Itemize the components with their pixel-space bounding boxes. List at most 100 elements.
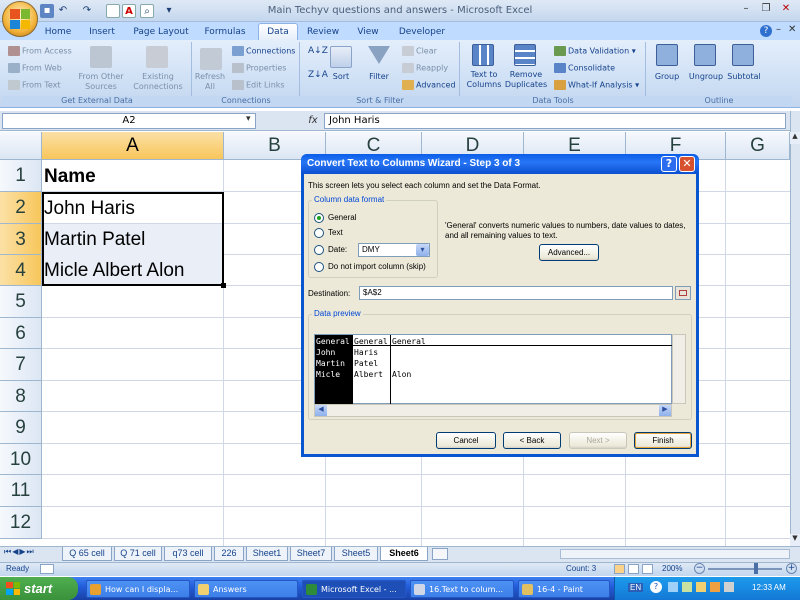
radio-general[interactable] <box>314 213 324 223</box>
normal-view-icon[interactable] <box>614 564 625 574</box>
collapse-dialog-icon[interactable] <box>675 286 691 300</box>
undo-icon[interactable]: ↶ <box>56 4 70 18</box>
finish-button[interactable]: Finish <box>634 432 692 449</box>
preview-header[interactable]: General <box>354 337 388 346</box>
page-layout-view-icon[interactable] <box>628 564 639 574</box>
row-header[interactable]: 7 <box>0 349 42 381</box>
formula-input[interactable]: John Haris <box>324 113 786 129</box>
tab-home[interactable]: Home <box>40 24 76 40</box>
page-break-view-icon[interactable] <box>642 564 653 574</box>
taskbar-item[interactable]: How can I displa... <box>86 580 190 598</box>
row-header[interactable]: 12 <box>0 507 42 539</box>
scroll-right-icon[interactable]: ▶ <box>659 405 671 416</box>
volume-icon[interactable] <box>724 582 734 592</box>
advanced-button[interactable]: Advanced... <box>539 244 599 261</box>
row-header[interactable]: 10 <box>0 444 42 475</box>
taskbar-item[interactable]: 16.Text to colum... <box>410 580 514 598</box>
tab-formulas[interactable]: Formulas <box>198 24 252 40</box>
consolidate-button[interactable]: Consolidate <box>554 63 615 73</box>
row-header[interactable]: 1 <box>0 160 42 192</box>
name-box-dropdown-icon[interactable]: ▾ <box>246 114 251 124</box>
view-buttons[interactable] <box>614 564 658 574</box>
sheet-tab[interactable]: Q 65 cell <box>62 547 112 561</box>
sheet-tab-active[interactable]: Sheet6 <box>380 547 428 561</box>
cell-a4[interactable]: Micle Albert Alon <box>44 260 184 282</box>
clear-button[interactable]: Clear <box>402 46 437 56</box>
redo-icon[interactable]: ↷ <box>80 4 94 18</box>
sheet-tab[interactable]: Q 71 cell <box>114 547 162 561</box>
row-header[interactable]: 3 <box>0 224 42 255</box>
radio-text[interactable] <box>314 228 324 238</box>
radio-date[interactable] <box>314 245 324 255</box>
help-tray-icon[interactable]: ? <box>650 581 662 593</box>
row-header[interactable]: 9 <box>0 412 42 444</box>
sort-button[interactable]: Sort <box>330 72 352 81</box>
preview-header[interactable]: General <box>316 337 350 346</box>
zoom-in-icon[interactable]: + <box>786 563 797 574</box>
fill-handle[interactable] <box>221 283 226 288</box>
option-general[interactable]: General <box>314 213 356 223</box>
row-header[interactable]: 2 <box>0 192 42 224</box>
row-header[interactable]: 4 <box>0 255 42 286</box>
preview-header[interactable]: General <box>392 337 426 346</box>
row-header[interactable]: 11 <box>0 475 42 507</box>
scroll-left-icon[interactable]: ◀ <box>315 405 327 416</box>
chevron-down-icon[interactable]: ▾ <box>416 244 429 256</box>
tab-insert[interactable]: Insert <box>82 24 122 40</box>
scroll-up-icon[interactable]: ▲ <box>790 132 800 144</box>
tab-data[interactable]: Data <box>258 23 298 41</box>
print-preview-icon[interactable]: ⌕ <box>140 4 154 18</box>
scroll-down-icon[interactable]: ▼ <box>790 534 800 546</box>
new-document-icon[interactable] <box>106 4 120 18</box>
row-header[interactable]: 5 <box>0 286 42 318</box>
remove-duplicates-button[interactable]: Remove Duplicates <box>504 70 548 90</box>
taskbar-item[interactable]: 16-4 - Paint <box>518 580 610 598</box>
cell-a3[interactable]: Martin Patel <box>44 229 145 251</box>
cell-a1[interactable]: Name <box>44 166 96 188</box>
sheet-tab[interactable]: Sheet7 <box>290 547 332 561</box>
data-validation-button[interactable]: Data Validation ▾ <box>554 46 636 56</box>
text-to-columns-button[interactable]: Text to Columns <box>462 70 506 90</box>
radio-skip[interactable] <box>314 262 324 272</box>
help-icon[interactable]: ? <box>760 25 772 37</box>
sheet-tab[interactable]: Sheet5 <box>334 547 378 561</box>
macro-record-icon[interactable] <box>40 564 54 574</box>
preview-vertical-scrollbar[interactable] <box>672 334 686 404</box>
zoom-slider[interactable] <box>708 568 782 570</box>
refresh-all-button[interactable]: Refresh All <box>192 72 228 92</box>
vertical-scrollbar[interactable] <box>790 111 800 546</box>
name-box[interactable]: A2 <box>2 113 256 129</box>
language-indicator[interactable]: EN <box>628 583 644 592</box>
sheet-tab[interactable]: q73 cell <box>164 547 212 561</box>
from-web-button[interactable]: From Web <box>8 63 62 73</box>
ribbon-close-icon[interactable]: ✕ <box>788 24 796 35</box>
select-all-button[interactable] <box>0 132 42 160</box>
customize-qat-icon[interactable]: ▾ <box>162 4 176 18</box>
destination-input[interactable]: $A$2 <box>359 286 673 300</box>
advanced-filter-button[interactable]: Advanced <box>402 80 456 90</box>
edit-links-button[interactable]: Edit Links <box>232 80 285 90</box>
row-header[interactable]: 6 <box>0 318 42 349</box>
tray-icon[interactable] <box>710 582 720 592</box>
sort-az-icon[interactable]: A↓Z <box>308 46 328 56</box>
next-button[interactable]: Next > <box>569 432 627 449</box>
connections-button[interactable]: Connections <box>232 46 295 56</box>
tab-page-layout[interactable]: Page Layout <box>130 24 192 40</box>
zoom-out-icon[interactable]: − <box>694 563 705 574</box>
tray-icon[interactable] <box>696 582 706 592</box>
reapply-button[interactable]: Reapply <box>402 63 448 73</box>
taskbar-item-active[interactable]: Microsoft Excel - ... <box>302 580 406 598</box>
sheet-tab[interactable]: 226 <box>214 547 244 561</box>
minimize-icon[interactable]: – <box>738 3 754 17</box>
from-other-sources-button[interactable]: From Other Sources <box>74 72 128 92</box>
option-text[interactable]: Text <box>314 228 343 238</box>
from-access-button[interactable]: From Access <box>8 46 72 56</box>
tab-developer[interactable]: Developer <box>394 24 450 40</box>
row-header[interactable]: 8 <box>0 381 42 412</box>
cancel-button[interactable]: Cancel <box>436 432 496 449</box>
preview-horizontal-scrollbar[interactable] <box>314 404 672 417</box>
option-skip[interactable]: Do not import column (skip) <box>314 262 426 272</box>
sort-za-icon[interactable]: Z↓A <box>308 70 328 80</box>
restore-icon[interactable]: ❐ <box>758 3 774 17</box>
close-icon[interactable]: ✕ <box>778 3 794 17</box>
